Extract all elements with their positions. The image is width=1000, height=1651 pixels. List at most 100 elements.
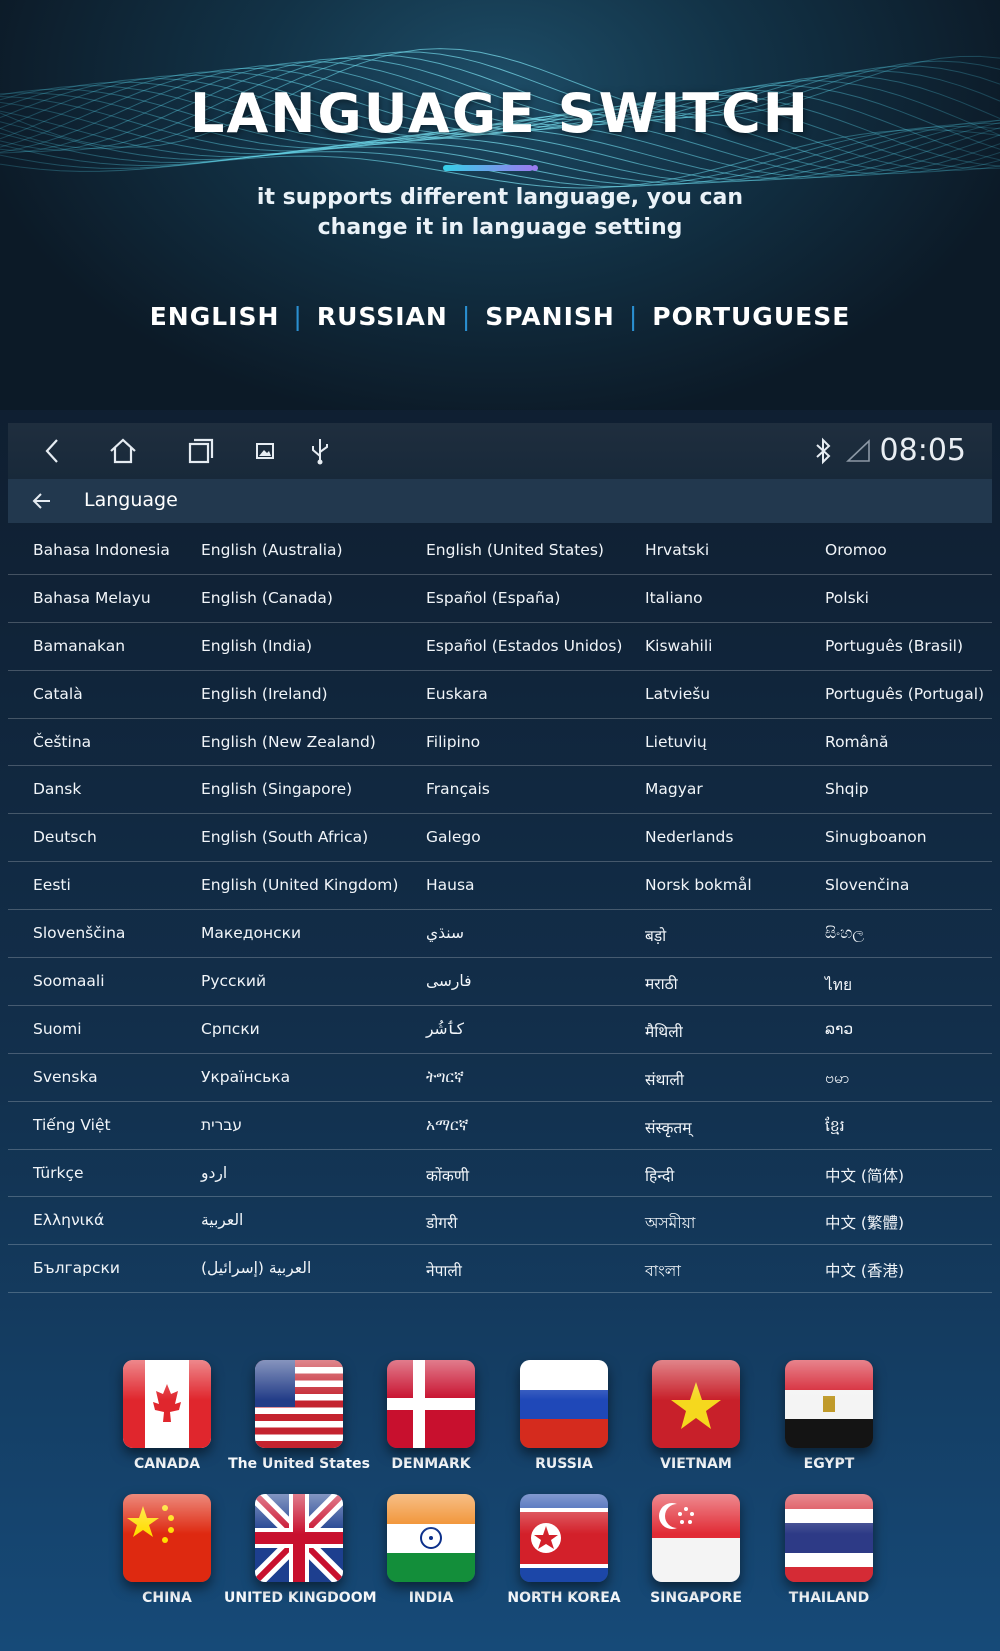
gallery-icon[interactable] xyxy=(250,436,280,466)
language-option[interactable]: Polski xyxy=(825,589,869,607)
language-option[interactable]: Euskara xyxy=(426,685,488,703)
language-option[interactable]: سنڌي xyxy=(426,924,464,942)
language-option[interactable]: Hausa xyxy=(426,876,475,894)
language-option[interactable]: Svenska xyxy=(33,1068,98,1086)
language-option[interactable]: Soomaali xyxy=(33,972,105,990)
language-option[interactable]: Slovenčina xyxy=(825,876,909,894)
language-option[interactable]: हिन्दी xyxy=(645,1164,674,1186)
language-option[interactable]: Magyar xyxy=(645,780,703,798)
language-option[interactable]: Português (Brasil) xyxy=(825,637,963,655)
recent-apps-icon[interactable] xyxy=(185,436,215,466)
language-option[interactable]: English (Australia) xyxy=(201,541,343,559)
language-option[interactable]: Español (Estados Unidos) xyxy=(426,637,622,655)
language-row: Deutsch English (South Africa) Galego Neder… xyxy=(8,814,992,863)
language-option[interactable]: Dansk xyxy=(33,780,81,798)
language-option[interactable]: ไทย xyxy=(825,972,852,997)
language-option[interactable]: Suomi xyxy=(33,1020,82,1038)
language-option[interactable]: ລາວ xyxy=(825,1020,853,1038)
language-option[interactable]: बड़ो xyxy=(645,924,666,946)
language-option[interactable]: Deutsch xyxy=(33,828,97,846)
language-option[interactable]: العربية xyxy=(201,1211,243,1229)
language-option[interactable]: Українська xyxy=(201,1068,290,1086)
language-option[interactable]: Italiano xyxy=(645,589,703,607)
language-option[interactable]: Kiswahili xyxy=(645,637,712,655)
language-option[interactable]: English (United Kingdom) xyxy=(201,876,398,894)
china-flag-icon xyxy=(123,1494,211,1582)
language-option[interactable]: English (Canada) xyxy=(201,589,333,607)
language-option[interactable]: ትግርኛ xyxy=(426,1068,464,1087)
language-option[interactable]: 中文 (香港) xyxy=(825,1259,904,1281)
back-icon[interactable] xyxy=(38,436,68,466)
back-arrow-icon[interactable] xyxy=(30,489,54,513)
language-option[interactable]: Русский xyxy=(201,972,266,990)
language-option[interactable]: বাংলা xyxy=(645,1259,681,1285)
language-option[interactable]: English (South Africa) xyxy=(201,828,368,846)
language-option[interactable]: Lietuvių xyxy=(645,733,707,751)
language-option[interactable]: Bamanakan xyxy=(33,637,125,655)
language-option[interactable]: کٲشُر xyxy=(426,1020,464,1038)
language-option[interactable]: नेपाली xyxy=(426,1259,462,1281)
language-option[interactable]: English (Singapore) xyxy=(201,780,352,798)
language-option[interactable]: فارسی xyxy=(426,972,472,990)
home-icon[interactable] xyxy=(108,436,138,466)
language-option[interactable]: Français xyxy=(426,780,490,798)
language-option[interactable]: Tiếng Việt xyxy=(33,1116,111,1134)
language-option[interactable]: Norsk bokmål xyxy=(645,876,752,894)
language-option[interactable]: ខ្មែរ xyxy=(825,1116,845,1139)
language-option[interactable]: Română xyxy=(825,733,888,751)
language-grid: Bahasa Indonesia English (Australia) Engli… xyxy=(8,527,992,1294)
language-option[interactable]: العربية (إسرائيل) xyxy=(201,1259,311,1277)
language-option[interactable]: አማርኛ xyxy=(426,1116,468,1135)
language-option[interactable]: Nederlands xyxy=(645,828,733,846)
language-option[interactable]: डोगरी xyxy=(426,1211,457,1233)
language-option[interactable]: සිංහල xyxy=(825,924,864,943)
language-option[interactable]: Galego xyxy=(426,828,481,846)
language-option[interactable]: English (Ireland) xyxy=(201,685,328,703)
language-option[interactable]: Eesti xyxy=(33,876,71,894)
language-option[interactable]: Español (España) xyxy=(426,589,560,607)
status-bar: 08:05 xyxy=(8,423,992,479)
bluetooth-icon xyxy=(816,437,831,465)
language-option[interactable]: Català xyxy=(33,685,83,703)
flag-card: DENMARK xyxy=(356,1360,506,1472)
thailand-flag-icon xyxy=(785,1494,873,1582)
language-option[interactable]: English (India) xyxy=(201,637,312,655)
language-option[interactable]: Čeština xyxy=(33,733,91,751)
language-option[interactable]: Bahasa Indonesia xyxy=(33,541,170,559)
language-option[interactable]: Македонски xyxy=(201,924,301,942)
language-option[interactable]: Slovenščina xyxy=(33,924,125,942)
featured-languages: ENGLISH | RUSSIAN | SPANISH | PORTUGUESE xyxy=(0,302,1000,331)
language-option[interactable]: मराठी xyxy=(645,972,678,994)
language-option[interactable]: कोंकणी xyxy=(426,1164,469,1186)
language-row: Soomaali Русский فارسی मराठी ไทย xyxy=(8,958,992,1006)
usb-icon[interactable] xyxy=(305,436,335,466)
language-option[interactable]: Sinugboanon xyxy=(825,828,927,846)
language-option[interactable]: Български xyxy=(33,1259,120,1277)
language-option[interactable]: Српски xyxy=(201,1020,260,1038)
language-option[interactable]: עברית xyxy=(201,1116,242,1134)
language-option[interactable]: English (New Zealand) xyxy=(201,733,376,751)
language-row: Slovenščina Македонски سنڌي बड़ो සිංහල xyxy=(8,910,992,959)
language-option[interactable]: English (United States) xyxy=(426,541,604,559)
flag-card: CANADA xyxy=(92,1360,242,1472)
language-option[interactable]: Hrvatski xyxy=(645,541,709,559)
language-option[interactable]: संस्कृतम् xyxy=(645,1116,692,1138)
language-option[interactable]: Bahasa Melayu xyxy=(33,589,151,607)
language-option[interactable]: Shqip xyxy=(825,780,869,798)
language-option[interactable]: Ελληνικά xyxy=(33,1211,104,1229)
language-option[interactable]: Türkçe xyxy=(33,1164,84,1182)
language-row: Türkçe اردو कोंकणी हिन्दी 中文 (简体) xyxy=(8,1150,992,1198)
language-option[interactable]: অসমীয়া xyxy=(645,1211,695,1237)
flag-label: CANADA xyxy=(133,1456,201,1472)
canada-flag-icon xyxy=(123,1360,211,1448)
language-option[interactable]: Filipino xyxy=(426,733,480,751)
language-option[interactable]: اردو xyxy=(201,1164,227,1182)
language-option[interactable]: 中文 (简体) xyxy=(825,1164,904,1186)
language-option[interactable]: ဗမာ xyxy=(825,1068,849,1091)
language-option[interactable]: 中文 (繁體) xyxy=(825,1211,904,1233)
language-option[interactable]: Oromoo xyxy=(825,541,887,559)
language-option[interactable]: मैथिली xyxy=(645,1020,683,1042)
language-option[interactable]: Latviešu xyxy=(645,685,710,703)
language-option[interactable]: Português (Portugal) xyxy=(825,685,984,703)
language-option[interactable]: संथाली xyxy=(645,1068,684,1090)
